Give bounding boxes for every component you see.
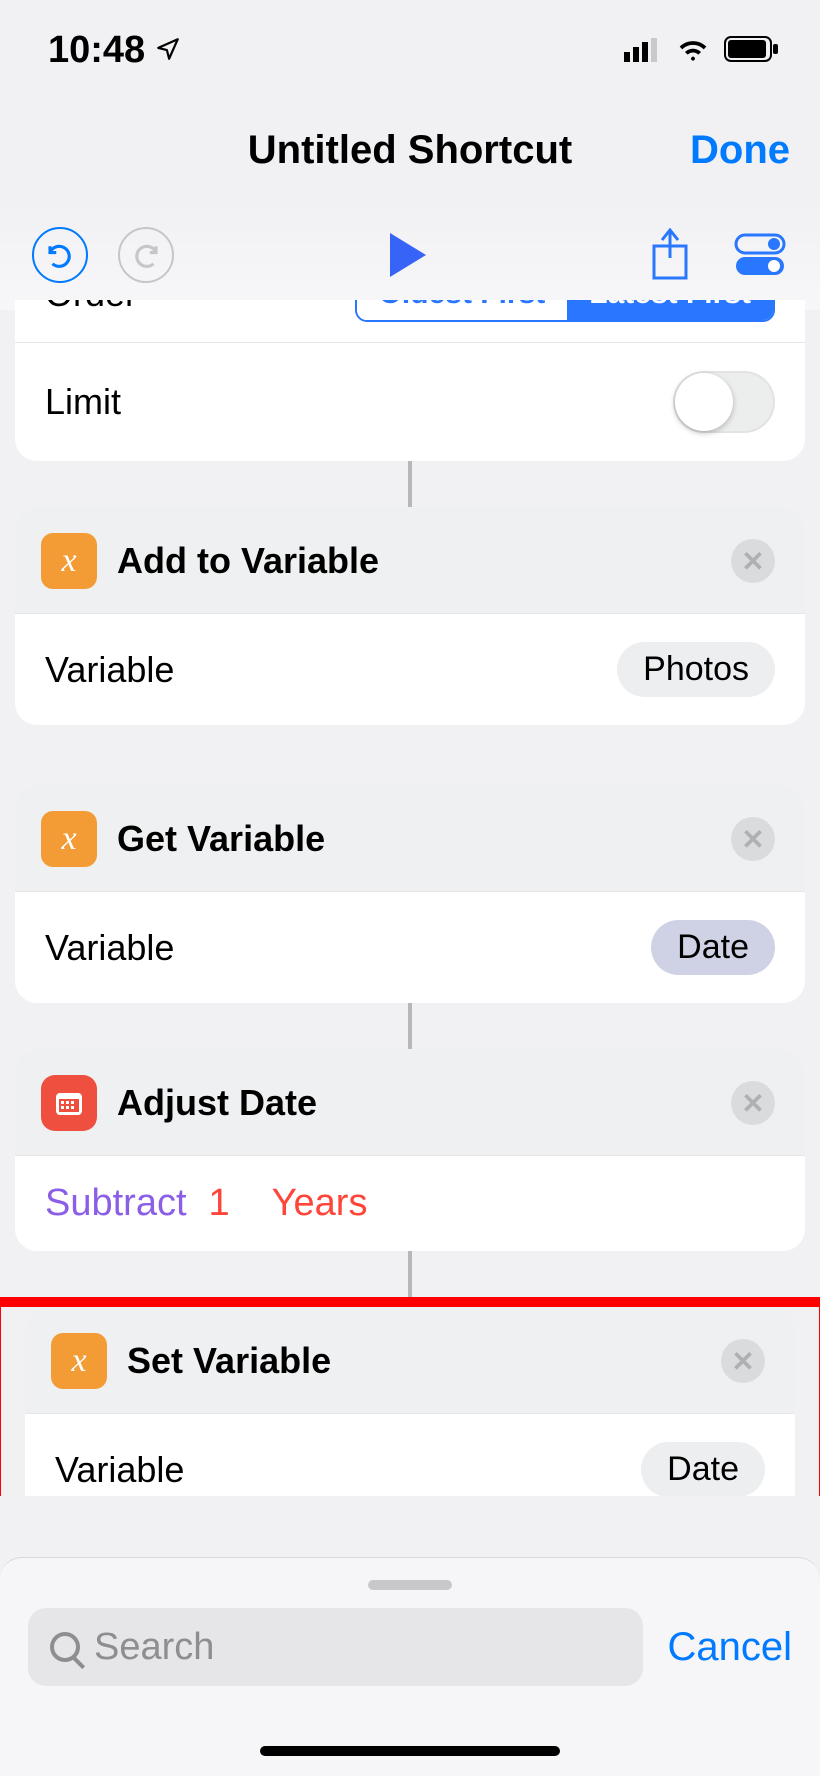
drag-handle[interactable] xyxy=(368,1580,452,1590)
variable-icon: x xyxy=(41,811,97,867)
remove-action-button[interactable]: ✕ xyxy=(731,817,775,861)
toggles-icon xyxy=(734,233,786,277)
page-title: Untitled Shortcut xyxy=(248,128,572,173)
action-title: Set Variable xyxy=(127,1340,701,1382)
adjust-operation[interactable]: Subtract xyxy=(45,1182,187,1225)
cellular-icon xyxy=(624,29,662,72)
action-card-find-photos[interactable]: Order Oldest First Latest First Limit xyxy=(15,300,805,461)
param-label: Variable xyxy=(55,1449,184,1491)
search-input[interactable]: Search xyxy=(28,1608,643,1686)
action-card-add-to-variable[interactable]: x Add to Variable ✕ Variable Photos xyxy=(15,507,805,725)
annotation-highlight: x Set Variable ✕ Variable Date xyxy=(0,1297,820,1496)
param-label: Variable xyxy=(45,927,174,969)
undo-button[interactable] xyxy=(30,225,90,285)
remove-action-button[interactable]: ✕ xyxy=(731,539,775,583)
status-bar: 10:48 xyxy=(0,0,820,100)
adjust-amount[interactable]: 1 xyxy=(209,1182,230,1225)
param-value[interactable]: Date xyxy=(641,1442,765,1496)
variable-icon: x xyxy=(41,533,97,589)
close-icon: ✕ xyxy=(741,823,764,856)
workflow-content[interactable]: Order Oldest First Latest First Limit x … xyxy=(0,300,820,1496)
share-icon xyxy=(648,228,692,282)
redo-button[interactable] xyxy=(116,225,176,285)
variable-icon: x xyxy=(51,1333,107,1389)
action-title: Adjust Date xyxy=(117,1082,711,1124)
action-title: Get Variable xyxy=(117,818,711,860)
action-card-set-variable[interactable]: x Set Variable ✕ Variable Date xyxy=(25,1307,795,1496)
param-label: Variable xyxy=(45,649,174,691)
param-value[interactable]: Date xyxy=(651,920,775,975)
remove-action-button[interactable]: ✕ xyxy=(721,1339,765,1383)
location-icon xyxy=(155,29,181,72)
connector xyxy=(15,1251,805,1297)
action-card-adjust-date[interactable]: Adjust Date ✕ Subtract 1 Years xyxy=(15,1049,805,1251)
share-button[interactable] xyxy=(640,225,700,285)
cancel-button[interactable]: Cancel xyxy=(667,1625,792,1670)
play-icon xyxy=(390,233,426,277)
action-card-get-variable[interactable]: x Get Variable ✕ Variable Date xyxy=(15,785,805,1003)
limit-label: Limit xyxy=(45,381,121,423)
close-icon: ✕ xyxy=(741,545,764,578)
param-value[interactable]: Photos xyxy=(617,642,775,697)
action-title: Add to Variable xyxy=(117,540,711,582)
limit-toggle[interactable] xyxy=(673,371,775,433)
status-time: 10:48 xyxy=(48,29,145,72)
toolbar xyxy=(0,200,820,310)
wifi-icon xyxy=(676,29,710,72)
seg-oldest-first[interactable]: Oldest First xyxy=(357,300,568,320)
adjust-unit[interactable]: Years xyxy=(272,1182,368,1225)
order-label: Order xyxy=(45,300,137,315)
home-indicator[interactable] xyxy=(260,1746,560,1756)
play-button[interactable] xyxy=(378,225,438,285)
close-icon: ✕ xyxy=(741,1087,764,1120)
seg-latest-first[interactable]: Latest First xyxy=(567,300,773,320)
close-icon: ✕ xyxy=(731,1345,754,1378)
connector xyxy=(15,1003,805,1049)
order-segmented[interactable]: Oldest First Latest First xyxy=(355,300,775,322)
search-icon xyxy=(50,1632,80,1662)
search-placeholder: Search xyxy=(94,1626,214,1669)
remove-action-button[interactable]: ✕ xyxy=(731,1081,775,1125)
settings-button[interactable] xyxy=(730,225,790,285)
action-search-panel[interactable]: Search Cancel xyxy=(0,1557,820,1776)
battery-icon xyxy=(724,29,780,72)
done-button[interactable]: Done xyxy=(690,128,790,173)
connector xyxy=(15,461,805,507)
nav-header: Untitled Shortcut Done xyxy=(0,100,820,200)
calendar-icon xyxy=(41,1075,97,1131)
